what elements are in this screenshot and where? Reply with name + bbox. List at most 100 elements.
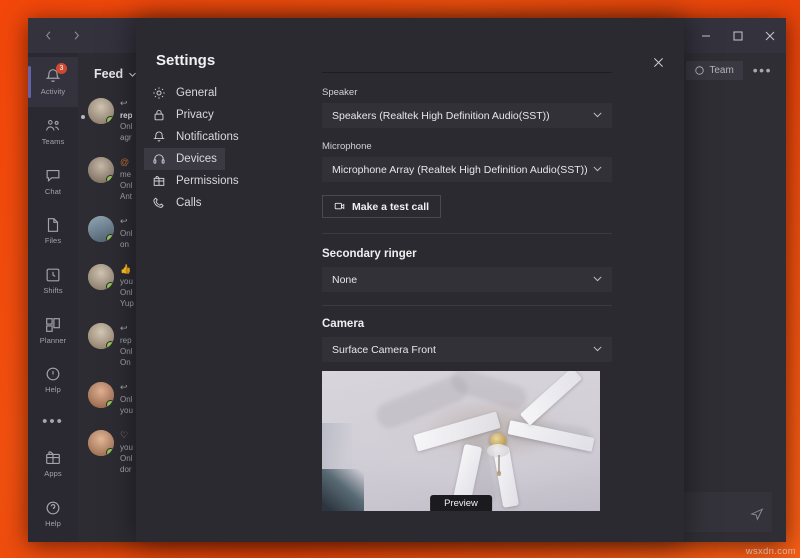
settings-nav-item-permissions[interactable]: Permissions [144,170,247,192]
rail-label-help-bottom: Help [45,518,61,528]
secondary-ringer-select[interactable]: None [322,267,612,292]
maximize-button[interactable] [722,18,754,53]
team-button[interactable]: Team [686,60,743,80]
make-test-call-button[interactable]: Make a test call [322,195,442,218]
microphone-select[interactable]: Microphone Array (Realtek High Definitio… [322,157,612,182]
feed-line-3: agr [120,133,132,142]
mention-icon: @ [120,157,130,167]
presence-indicator [106,448,114,456]
secondary-ringer-value: None [332,273,358,286]
avatar [88,430,114,456]
settings-nav-item-general[interactable]: General [144,82,225,104]
feed-title: Feed [94,67,124,81]
test-call-icon [334,202,345,210]
speaker-select[interactable]: Speakers (Realtek High Definition Audio(… [322,103,612,128]
minimize-button[interactable] [690,18,722,53]
settings-nav-label-devices: Devices [176,153,217,165]
bell-icon [153,131,165,142]
nav-buttons [36,24,88,48]
rail-item-help-top[interactable]: Help [28,355,78,405]
settings-nav-item-calls[interactable]: Calls [144,192,210,214]
feed-line-1: rep [120,336,132,345]
top-divider [322,72,612,73]
rail-label-chat: Chat [44,186,62,196]
rail-item-files[interactable]: Files [28,206,78,256]
list-item-text: 👍 you Onl Yup [120,264,134,309]
list-item-text: ♡ you Onl dor [120,430,133,475]
chevron-down-icon [592,343,603,357]
reply-icon: ↩ [120,323,128,333]
avatar [88,98,114,124]
settings-nav-item-notifications[interactable]: Notifications [144,126,247,148]
rail-item-help-bottom[interactable]: Help [28,488,78,538]
app-left-rail: 3 Activity Teams Chat Files Shifts Plann… [28,53,78,542]
files-icon [47,218,59,233]
avatar [88,216,114,242]
rail-label-help-top: Help [45,385,61,395]
feed-line-1: rep [120,111,133,120]
settings-nav-label-privacy: Privacy [176,109,214,121]
settings-nav-label-general: General [176,87,217,99]
settings-close-button[interactable] [646,50,670,74]
lock-icon [154,109,164,121]
list-item-text: ↩ Onl you [120,382,133,416]
permissions-icon [153,175,165,186]
settings-nav-label-calls: Calls [176,197,202,209]
camera-preview-image [322,371,600,511]
dark-corner [322,469,364,511]
planner-icon [46,317,60,332]
settings-nav-label-permissions: Permissions [176,175,239,187]
rail-label-teams: Teams [41,137,65,147]
rail-more-button[interactable]: ••• [42,405,64,439]
rail-item-shifts[interactable]: Shifts [28,256,78,306]
settings-nav-item-privacy[interactable]: Privacy [144,104,222,126]
list-item-text: ↩ rep Onl agr [120,98,132,143]
close-button[interactable] [754,18,786,53]
presence-indicator [106,400,114,408]
feed-line-3: Ant [120,192,133,201]
reply-icon: ↩ [120,216,128,226]
headset-icon [153,154,165,164]
fan-pull-chain [497,455,500,476]
rail-label-shifts: Shifts [43,286,63,296]
rail-label-apps: Apps [44,468,62,478]
presence-indicator [106,282,114,290]
rail-item-teams[interactable]: Teams [28,107,78,157]
chat-overflow-button[interactable]: ••• [753,62,772,78]
feed-line-2: Onl [120,454,133,463]
list-item-text: ↩ rep Onl On [120,323,132,368]
rail-label-files: Files [44,236,62,246]
list-item-text: @ me Onl Ant [120,157,132,202]
presence-indicator [106,116,114,124]
feed-line-1: me [120,170,132,179]
apps-icon [46,451,60,464]
shifts-icon [46,268,60,282]
chevron-down-icon [592,163,603,177]
feed-line-1: Onl [120,229,133,238]
send-icon[interactable] [750,507,764,526]
forward-button[interactable] [64,24,88,48]
microphone-label: Microphone [322,141,372,152]
camera-select[interactable]: Surface Camera Front [322,337,612,362]
rail-item-apps[interactable]: Apps [28,439,78,489]
rail-item-planner[interactable]: Planner [28,305,78,355]
chat-icon [46,169,60,182]
wall-corner [322,423,352,475]
feed-line-2: you [120,406,133,415]
back-button[interactable] [36,24,60,48]
rail-item-chat[interactable]: Chat [28,156,78,206]
rail-item-activity[interactable]: 3 Activity [28,57,78,107]
settings-devices-panel: Speaker Speakers (Realtek High Definitio… [322,72,612,511]
page-title: Settings [156,52,216,69]
gear-icon [153,87,165,99]
feed-line-2: Onl [120,288,133,297]
settings-nav-item-devices[interactable]: Devices [144,148,225,170]
feed-line-2: Onl [120,347,133,356]
feed-line-1: you [120,277,133,286]
team-button-label: Team [709,64,734,76]
camera-preview: Preview [322,371,600,511]
preview-badge: Preview [430,495,492,511]
presence-indicator [106,341,114,349]
camera-label: Camera [322,318,365,330]
section-divider [322,233,612,234]
